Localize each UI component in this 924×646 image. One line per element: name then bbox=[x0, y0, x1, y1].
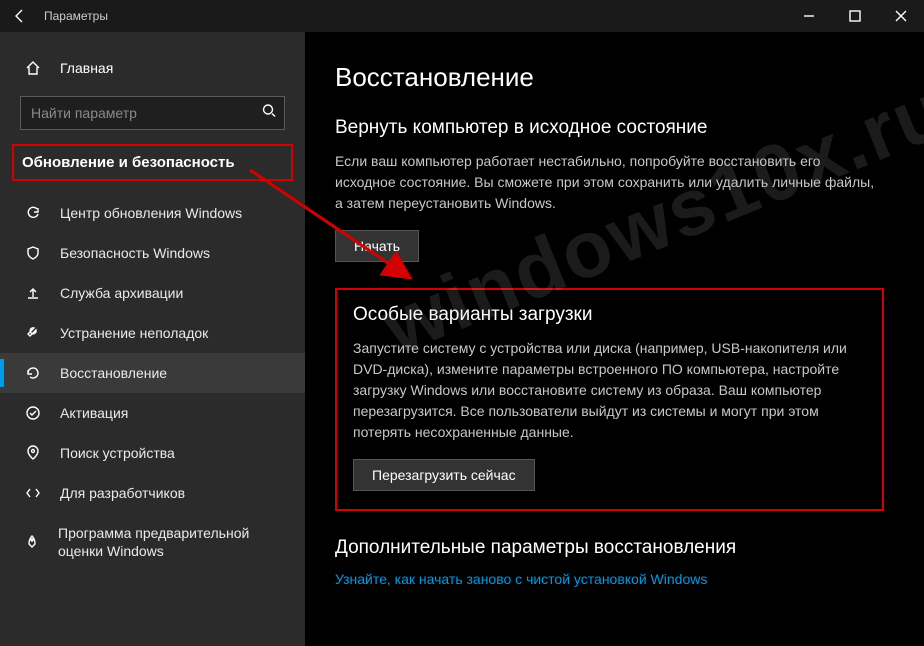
sidebar-item-label: Устранение неполадок bbox=[60, 325, 208, 341]
sidebar-section-title: Обновление и безопасность bbox=[22, 154, 283, 171]
minimize-button[interactable] bbox=[786, 0, 832, 32]
maximize-button[interactable] bbox=[832, 0, 878, 32]
sidebar-item-label: Активация bbox=[60, 405, 128, 421]
upload-icon bbox=[24, 284, 42, 302]
refresh-icon bbox=[24, 204, 42, 222]
sidebar-item-developers[interactable]: Для разработчиков bbox=[0, 473, 305, 513]
sidebar-item-troubleshoot[interactable]: Устранение неполадок bbox=[0, 313, 305, 353]
advanced-section: Особые варианты загрузки Запустите систе… bbox=[353, 304, 866, 491]
advanced-startup-highlight: Особые варианты загрузки Запустите систе… bbox=[335, 288, 884, 511]
advanced-heading: Особые варианты загрузки bbox=[353, 304, 866, 326]
page-title: Восстановление bbox=[335, 62, 884, 93]
sidebar-item-security[interactable]: Безопасность Windows bbox=[0, 233, 305, 273]
reset-heading: Вернуть компьютер в исходное состояние bbox=[335, 117, 884, 139]
reset-section: Вернуть компьютер в исходное состояние Е… bbox=[335, 117, 884, 262]
sidebar-item-label: Программа предварительной оценки Windows bbox=[58, 524, 281, 560]
sidebar-nav: Центр обновления Windows Безопасность Wi… bbox=[0, 193, 305, 571]
more-heading: Дополнительные параметры восстановления bbox=[335, 537, 884, 559]
more-recovery-section: Дополнительные параметры восстановления … bbox=[335, 537, 884, 589]
search-input[interactable] bbox=[20, 96, 285, 130]
home-link[interactable]: Главная bbox=[0, 52, 305, 84]
sidebar-item-label: Безопасность Windows bbox=[60, 245, 210, 261]
history-icon bbox=[24, 364, 42, 382]
code-icon bbox=[24, 484, 42, 502]
content-area: windows10x.ru Восстановление Вернуть ком… bbox=[305, 32, 924, 646]
sidebar-item-find-device[interactable]: Поиск устройства bbox=[0, 433, 305, 473]
wrench-icon bbox=[24, 324, 42, 342]
sidebar-section-highlight: Обновление и безопасность bbox=[12, 144, 293, 181]
fresh-start-link[interactable]: Узнайте, как начать заново с чистой уста… bbox=[335, 571, 707, 587]
back-button[interactable] bbox=[8, 4, 32, 28]
close-button[interactable] bbox=[878, 0, 924, 32]
sidebar-item-label: Центр обновления Windows bbox=[60, 205, 242, 221]
restart-now-button[interactable]: Перезагрузить сейчас bbox=[353, 459, 535, 491]
home-icon bbox=[24, 60, 42, 76]
search-icon bbox=[261, 103, 277, 124]
location-icon bbox=[24, 444, 42, 462]
sidebar-item-activation[interactable]: Активация bbox=[0, 393, 305, 433]
sidebar-item-backup[interactable]: Служба архивации bbox=[0, 273, 305, 313]
reset-start-button[interactable]: Начать bbox=[335, 230, 419, 262]
check-circle-icon bbox=[24, 404, 42, 422]
home-label: Главная bbox=[60, 60, 113, 76]
window-title: Параметры bbox=[44, 9, 108, 23]
sidebar-item-recovery[interactable]: Восстановление bbox=[0, 353, 305, 393]
sidebar-item-label: Для разработчиков bbox=[60, 485, 185, 501]
reset-description: Если ваш компьютер работает нестабильно,… bbox=[335, 151, 875, 214]
titlebar: Параметры bbox=[0, 0, 924, 32]
advanced-description: Запустите систему с устройства или диска… bbox=[353, 338, 866, 443]
sidebar-item-label: Служба архивации bbox=[60, 285, 183, 301]
rocket-icon bbox=[24, 533, 40, 551]
shield-icon bbox=[24, 244, 42, 262]
sidebar: Главная Обновление и безопасность Центр … bbox=[0, 32, 305, 646]
sidebar-item-insider[interactable]: Программа предварительной оценки Windows bbox=[0, 513, 305, 571]
sidebar-item-label: Поиск устройства bbox=[60, 445, 175, 461]
sidebar-item-windows-update[interactable]: Центр обновления Windows bbox=[0, 193, 305, 233]
sidebar-item-label: Восстановление bbox=[60, 365, 167, 381]
